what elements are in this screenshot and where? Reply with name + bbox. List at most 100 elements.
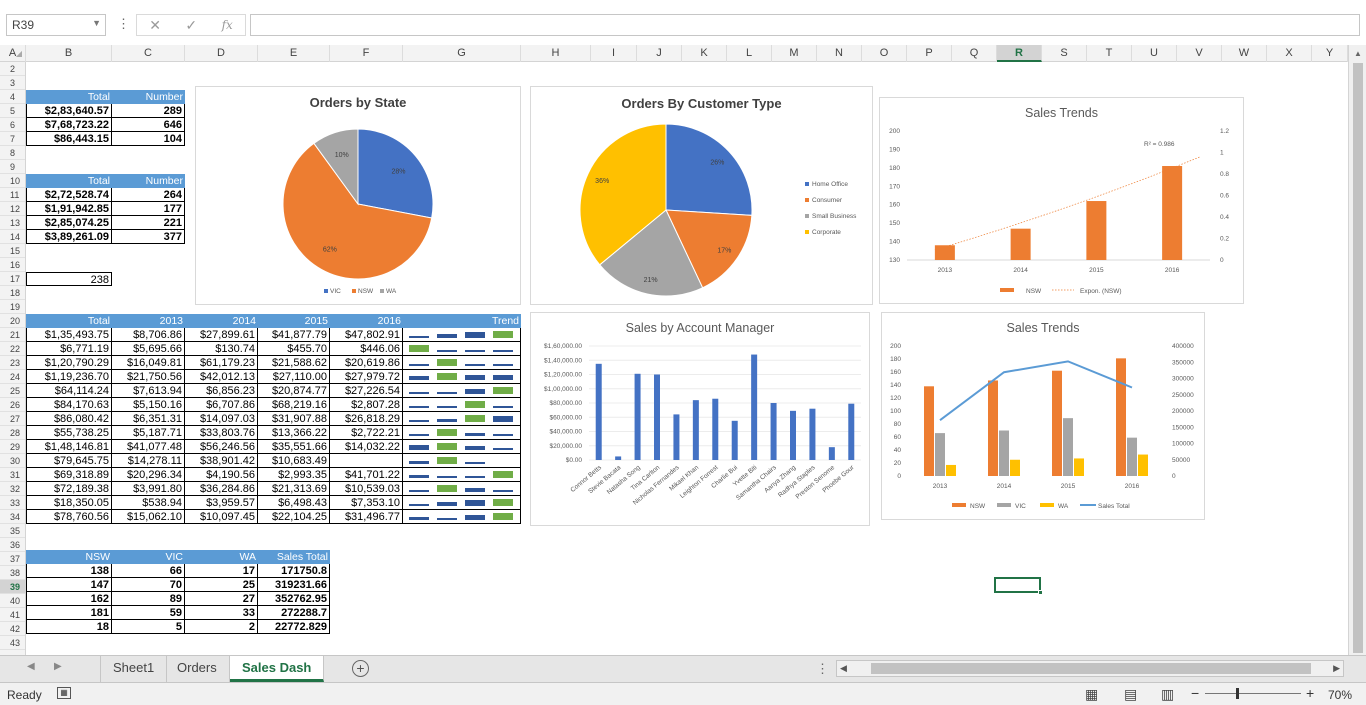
row-header-27[interactable]: 27 <box>0 412 25 426</box>
trend-sparkline[interactable] <box>403 496 521 510</box>
tab-sheet1[interactable]: Sheet1 <box>100 656 168 682</box>
page-break-view-icon[interactable]: ▥ <box>1161 686 1174 703</box>
t3-cell[interactable]: $8,706.86 <box>112 328 185 342</box>
trend-sparkline[interactable] <box>403 482 521 496</box>
row-header-32[interactable]: 32 <box>0 482 25 496</box>
row-header-42[interactable]: 42 <box>0 622 25 636</box>
t3-cell[interactable]: $7,353.10 <box>330 496 403 510</box>
t4-cell[interactable]: 352762.95 <box>258 592 330 606</box>
selected-cell[interactable] <box>994 577 1043 595</box>
row-header-4[interactable]: 4 <box>0 90 25 104</box>
row-header-18[interactable]: 18 <box>0 286 25 300</box>
col-header-r[interactable]: R <box>997 45 1042 62</box>
t3-cell[interactable]: $20,296.34 <box>112 468 185 482</box>
trend-sparkline[interactable] <box>403 468 521 482</box>
row-header-20[interactable]: 20 <box>0 314 25 328</box>
t3-cell[interactable]: $130.74 <box>185 342 258 356</box>
t3-cell[interactable]: $84,170.63 <box>26 398 112 412</box>
t3-cell[interactable]: $1,20,790.29 <box>26 356 112 370</box>
t3-cell[interactable]: $41,077.48 <box>112 440 185 454</box>
row-header-8[interactable]: 8 <box>0 146 25 160</box>
t3-cell[interactable]: $61,179.23 <box>185 356 258 370</box>
enter-icon[interactable]: ✓ <box>185 17 197 34</box>
t3-cell[interactable]: $69,318.89 <box>26 468 112 482</box>
t3-cell[interactable]: $20,619.86 <box>330 356 403 370</box>
t3-cell[interactable]: $21,588.62 <box>258 356 330 370</box>
normal-view-icon[interactable]: ▦ <box>1085 686 1098 703</box>
t3-cell[interactable]: $79,645.75 <box>26 454 112 468</box>
col-header-f[interactable]: F <box>330 45 403 62</box>
t3-cell[interactable]: $1,19,236.70 <box>26 370 112 384</box>
col-header-n[interactable]: N <box>817 45 862 62</box>
row-header-7[interactable]: 7 <box>0 132 25 146</box>
t2-cell[interactable]: $3,89,261.09 <box>26 230 112 244</box>
col-header-l[interactable]: L <box>727 45 772 62</box>
sales-trends-nsw-chart[interactable]: Sales Trends 200 190 180 170 160 150 140 130 1.2… <box>879 97 1244 304</box>
row-header-31[interactable]: 31 <box>0 468 25 482</box>
t3-cell[interactable]: $41,877.79 <box>258 328 330 342</box>
t4-cell[interactable]: 162 <box>26 592 112 606</box>
t1-cell[interactable]: 289 <box>112 104 185 118</box>
fill-handle[interactable] <box>1038 590 1043 595</box>
t2-cell[interactable]: $2,85,074.25 <box>26 216 112 230</box>
t3-cell[interactable]: $14,097.03 <box>185 412 258 426</box>
row-header-22[interactable]: 22 <box>0 342 25 356</box>
row-header-26[interactable]: 26 <box>0 398 25 412</box>
row-header-34[interactable]: 34 <box>0 510 25 524</box>
t4-cell[interactable]: 171750.8 <box>258 564 330 578</box>
row-header-21[interactable]: 21 <box>0 328 25 342</box>
t3-cell[interactable]: $6,351.31 <box>112 412 185 426</box>
vertical-scrollbar[interactable]: ▲ <box>1348 45 1366 655</box>
t3-cell[interactable]: $2,993.35 <box>258 468 330 482</box>
t3-cell[interactable]: $15,062.10 <box>112 510 185 524</box>
t3-cell[interactable]: $5,150.16 <box>112 398 185 412</box>
zoom-slider[interactable] <box>1205 693 1301 694</box>
col-header-x[interactable]: X <box>1267 45 1312 62</box>
cancel-icon[interactable]: ✕ <box>149 17 161 34</box>
row-header-37[interactable]: 37 <box>0 552 25 566</box>
scroll-thumb[interactable] <box>871 663 1311 674</box>
add-sheet-icon[interactable]: + <box>352 660 369 677</box>
row-header-24[interactable]: 24 <box>0 370 25 384</box>
worksheet-grid[interactable]: Total Number $2,83,640.57 289 $7,68,723.22… <box>26 62 1348 655</box>
t3-cell[interactable]: $26,818.29 <box>330 412 403 426</box>
t3-cell[interactable]: $27,226.54 <box>330 384 403 398</box>
t3-cell[interactable]: $78,760.56 <box>26 510 112 524</box>
page-layout-view-icon[interactable]: ▤ <box>1124 686 1137 703</box>
col-header-s[interactable]: S <box>1042 45 1087 62</box>
t2-cell[interactable]: $1,91,942.85 <box>26 202 112 216</box>
macro-record-icon[interactable]: ▦ <box>57 687 71 699</box>
col-header-p[interactable]: P <box>907 45 952 62</box>
t3-cell[interactable]: $22,104.25 <box>258 510 330 524</box>
t3-cell[interactable]: $6,856.23 <box>185 384 258 398</box>
trend-sparkline[interactable] <box>403 398 521 412</box>
row-header-29[interactable]: 29 <box>0 440 25 454</box>
t4-cell[interactable]: 66 <box>112 564 185 578</box>
t3-cell[interactable]: $31,496.77 <box>330 510 403 524</box>
orders-by-customer-type-chart[interactable]: Orders By Customer Type 26% 17% 21% 36% Home… <box>530 86 873 305</box>
t3-cell[interactable]: $6,498.43 <box>258 496 330 510</box>
row-header-10[interactable]: 10 <box>0 174 25 188</box>
t3-cell[interactable]: $31,907.88 <box>258 412 330 426</box>
more-icon[interactable]: ⋮ <box>816 661 829 677</box>
t4-cell[interactable]: 138 <box>26 564 112 578</box>
col-header-a[interactable]: A <box>0 45 26 62</box>
single-cell[interactable]: 238 <box>26 272 112 286</box>
col-header-j[interactable]: J <box>637 45 682 62</box>
t4-cell[interactable]: 70 <box>112 578 185 592</box>
trend-sparkline[interactable] <box>403 412 521 426</box>
more-icon[interactable]: ⋮ <box>117 16 130 32</box>
row-header-2[interactable]: 2 <box>0 62 25 76</box>
t3-cell[interactable]: $7,613.94 <box>112 384 185 398</box>
trend-sparkline[interactable] <box>403 342 521 356</box>
trend-sparkline[interactable] <box>403 356 521 370</box>
col-header-m[interactable]: M <box>772 45 817 62</box>
col-header-d[interactable]: D <box>185 45 258 62</box>
next-sheet-icon[interactable]: ▶ <box>54 661 62 672</box>
row-header-38[interactable]: 38 <box>0 566 25 580</box>
t3-cell[interactable]: $47,802.91 <box>330 328 403 342</box>
t3-cell[interactable]: $4,190.56 <box>185 468 258 482</box>
t1-cell[interactable]: $86,443.15 <box>26 132 112 146</box>
t3-cell[interactable]: $56,246.56 <box>185 440 258 454</box>
scroll-right-icon[interactable]: ▶ <box>1333 663 1340 674</box>
